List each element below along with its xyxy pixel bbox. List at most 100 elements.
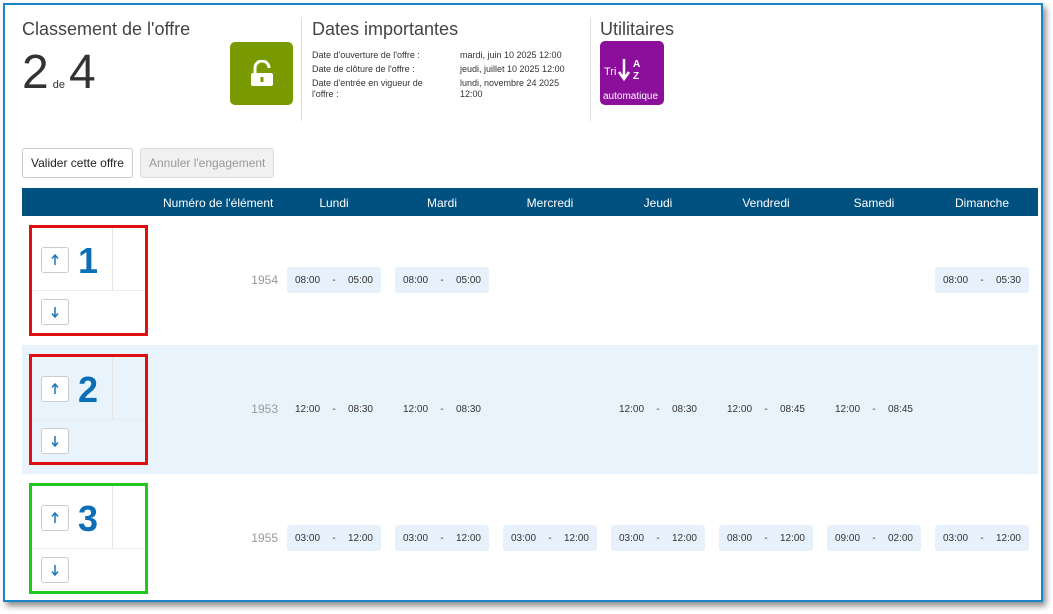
opening-date-value: mardi, juin 10 2025 12:00: [460, 50, 562, 60]
time-slot: 12:00-08:45: [719, 396, 813, 422]
time-slot: 08:00-05:00: [395, 267, 489, 293]
slot-dash: -: [980, 532, 984, 544]
slot-dash: -: [440, 274, 444, 286]
move-down-button[interactable]: [41, 428, 69, 454]
element-number: 1955: [251, 531, 278, 545]
slot-dash: -: [656, 403, 660, 415]
arrow-up-icon: [51, 383, 59, 394]
slot-end: 12:00: [347, 532, 373, 544]
slot-end: 12:00: [563, 532, 589, 544]
cancel-engagement-button[interactable]: Annuler l'engagement: [140, 148, 275, 178]
time-slot: 08:00-12:00: [719, 525, 813, 551]
rank-of-label: de: [52, 79, 65, 91]
slot-start: 08:00: [943, 274, 969, 286]
rank-total: 4: [68, 46, 96, 99]
slot-start: 08:00: [727, 532, 753, 544]
effective-date-label: Date d'entrée en vigueur de l'offre :: [312, 78, 423, 99]
time-slot: 12:00-08:45: [827, 396, 921, 422]
move-up-button[interactable]: [41, 505, 69, 531]
slot-start: 12:00: [403, 403, 429, 415]
slot-dash: -: [980, 274, 984, 286]
rank-title: Classement de l'offre: [22, 19, 191, 39]
table-row: 3 1955 03:00-12:00 03:00-12:00 03:00-12:…: [22, 474, 1038, 600]
rank-number: 1: [78, 240, 99, 281]
element-number: 1953: [251, 402, 278, 416]
slot-start: 03:00: [619, 532, 645, 544]
opening-date-label: Date d'ouverture de l'offre :: [312, 50, 420, 60]
slot-end: 08:45: [887, 403, 913, 415]
slot-start: 12:00: [295, 403, 321, 415]
slot-end: 08:45: [779, 403, 805, 415]
slot-dash: -: [872, 403, 876, 415]
table-row: 2 1953 12:00-08:30 12:00-08:30 12:00-08:…: [22, 345, 1038, 474]
time-slot: 08:00-05:30: [935, 267, 1029, 293]
col-element-number: Numéro de l'élément: [163, 196, 274, 210]
slot-start: 12:00: [727, 403, 753, 415]
slot-start: 03:00: [295, 532, 321, 544]
col-lundi: Lundi: [319, 196, 349, 210]
slot-end: 12:00: [995, 532, 1021, 544]
slot-start: 12:00: [835, 403, 861, 415]
arrow-down-icon: [51, 436, 59, 447]
dates-title: Dates importantes: [312, 19, 459, 39]
slot-dash: -: [332, 274, 336, 286]
move-up-button[interactable]: [41, 247, 69, 273]
time-slot: 03:00-12:00: [503, 525, 597, 551]
slot-end: 05:00: [347, 274, 373, 286]
rank-cell: 3: [29, 483, 148, 594]
time-slot: 03:00-12:00: [935, 525, 1029, 551]
rank-number: 3: [78, 498, 99, 539]
closing-date-label: Date de clôture de l'offre :: [312, 64, 415, 74]
closing-date-value: jeudi, juillet 10 2025 12:00: [460, 64, 565, 74]
slot-dash: -: [332, 532, 336, 544]
arrow-down-icon: [51, 565, 59, 576]
col-mardi: Mardi: [426, 196, 457, 210]
slot-end: 02:00: [887, 532, 913, 544]
important-dates: Dates importantes Date d'ouverture de l'…: [312, 19, 578, 100]
auto-sort-button[interactable]: Tri A Z automatique: [600, 41, 664, 105]
slot-start: 08:00: [295, 274, 321, 286]
time-slot: 03:00-12:00: [287, 525, 381, 551]
slot-dash: -: [332, 403, 336, 415]
effective-date-value: lundi, novembre 24 2025 12:00: [460, 78, 560, 99]
slot-end: 08:30: [671, 403, 697, 415]
unlock-button[interactable]: [230, 42, 293, 105]
sort-prefix: Tri: [604, 66, 617, 78]
time-slot: 03:00-12:00: [611, 525, 705, 551]
col-vendredi: Vendredi: [742, 196, 790, 210]
slot-dash: -: [872, 532, 876, 544]
slot-end: 05:00: [455, 274, 481, 286]
slot-dash: -: [764, 403, 768, 415]
slot-start: 03:00: [943, 532, 969, 544]
move-down-button[interactable]: [41, 299, 69, 325]
move-up-button[interactable]: [41, 376, 69, 402]
dates-list: Date d'ouverture de l'offre : mardi, jui…: [312, 50, 578, 100]
divider: [32, 290, 145, 291]
slot-end: 05:30: [995, 274, 1021, 286]
divider: [32, 548, 145, 549]
slot-dash: -: [656, 532, 660, 544]
slot-dash: -: [440, 403, 444, 415]
divider: [301, 17, 302, 121]
slot-start: 08:00: [403, 274, 429, 286]
slot-end: 12:00: [455, 532, 481, 544]
arrow-up-icon: [51, 254, 59, 265]
table-header: Numéro de l'élément Lundi Mardi Mercredi…: [22, 188, 1038, 216]
move-down-button[interactable]: [41, 557, 69, 583]
time-slot: 03:00-12:00: [395, 525, 489, 551]
divider: [590, 17, 591, 121]
slot-dash: -: [440, 532, 444, 544]
rank-cell: 2: [29, 354, 148, 465]
arrow-down-icon: [51, 307, 59, 318]
time-slot: 12:00-08:30: [287, 396, 381, 422]
element-number: 1954: [251, 273, 278, 287]
validate-offer-button[interactable]: Valider cette offre: [22, 148, 133, 178]
rank-number: 2: [78, 369, 99, 410]
time-slot: 08:00-05:00: [287, 267, 381, 293]
rank-display: 2 de 4: [22, 49, 96, 97]
sort-az-icon: A Z: [618, 59, 640, 82]
unlock-icon: [250, 59, 273, 86]
utilities-section: Utilitaires: [600, 19, 674, 40]
slot-end: 12:00: [671, 532, 697, 544]
time-slot: 09:00-02:00: [827, 525, 921, 551]
